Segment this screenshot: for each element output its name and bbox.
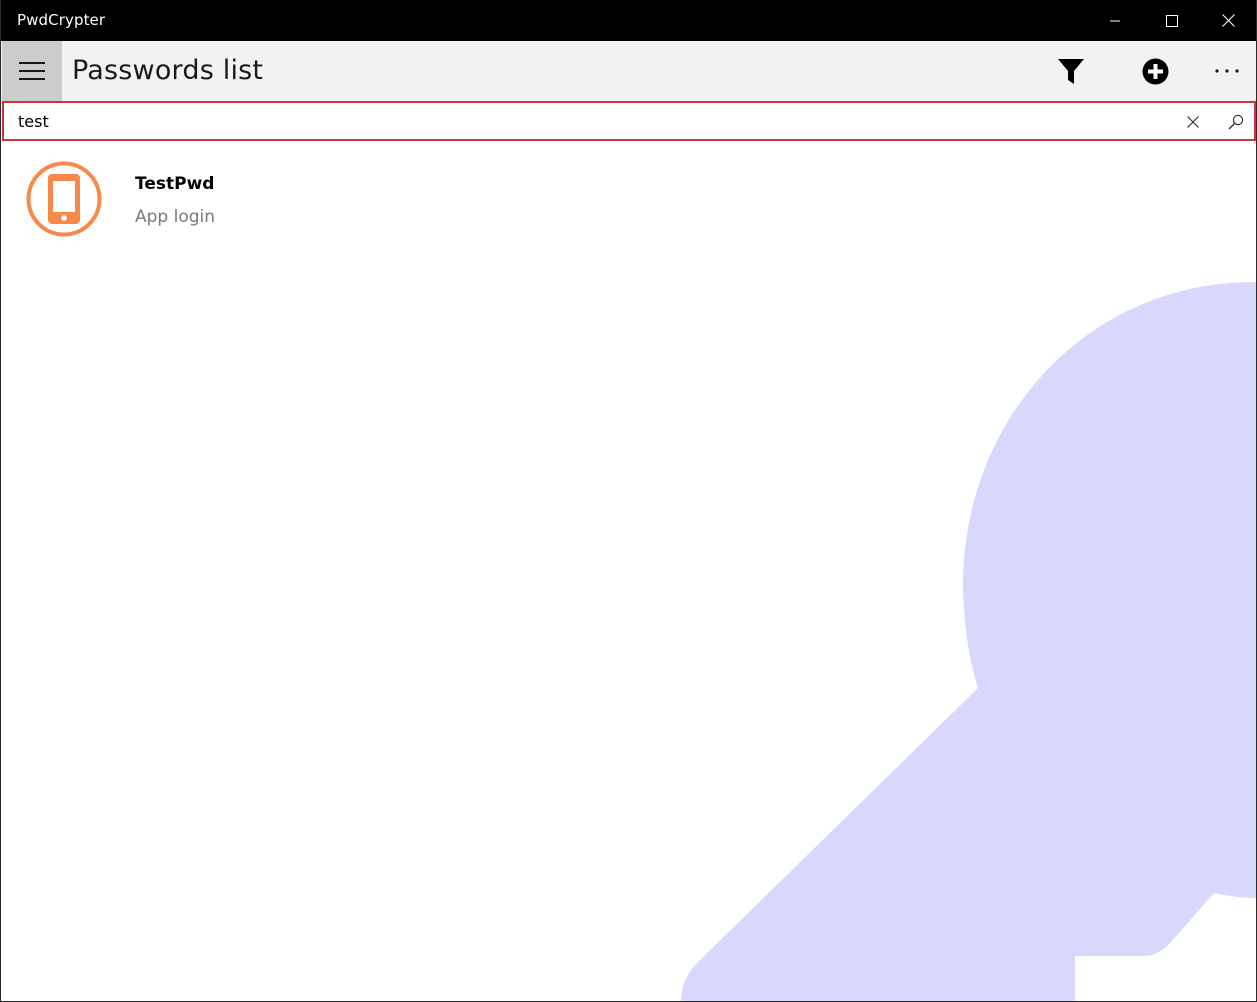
smartphone-icon [26, 161, 102, 237]
list-item[interactable]: TestPwd App login [2, 143, 1256, 255]
app-window: PwdCrypter Passwords list test TestPwd A… [0, 0, 1257, 1002]
plus-circle-icon [1142, 58, 1168, 84]
clear-x-icon [1187, 116, 1199, 128]
filter-icon [1058, 58, 1084, 84]
command-bar: Passwords list [1, 41, 1256, 101]
filter-button[interactable] [1041, 41, 1101, 101]
menu-button[interactable] [2, 41, 62, 101]
minimize-button[interactable] [1086, 0, 1143, 41]
search-input[interactable] [18, 109, 1158, 133]
close-icon [1222, 14, 1235, 27]
password-name: TestPwd [135, 174, 215, 194]
search-box [2, 101, 1256, 141]
add-password-button[interactable] [1125, 41, 1185, 101]
maximize-icon [1165, 14, 1178, 27]
clear-search-button[interactable] [1179, 109, 1207, 135]
search-icon [1228, 114, 1244, 130]
title-bar: PwdCrypter [1, 0, 1256, 41]
maximize-button[interactable] [1143, 0, 1200, 41]
more-options-button[interactable] [1197, 41, 1256, 101]
page-title: Passwords list [72, 55, 264, 86]
search-button[interactable] [1222, 109, 1250, 135]
more-dots-icon [1215, 69, 1239, 73]
hamburger-menu-icon [19, 62, 45, 80]
minimize-icon [1109, 20, 1120, 21]
close-window-button[interactable] [1200, 0, 1256, 41]
window-title: PwdCrypter [17, 11, 106, 29]
password-category: App login [135, 207, 216, 227]
